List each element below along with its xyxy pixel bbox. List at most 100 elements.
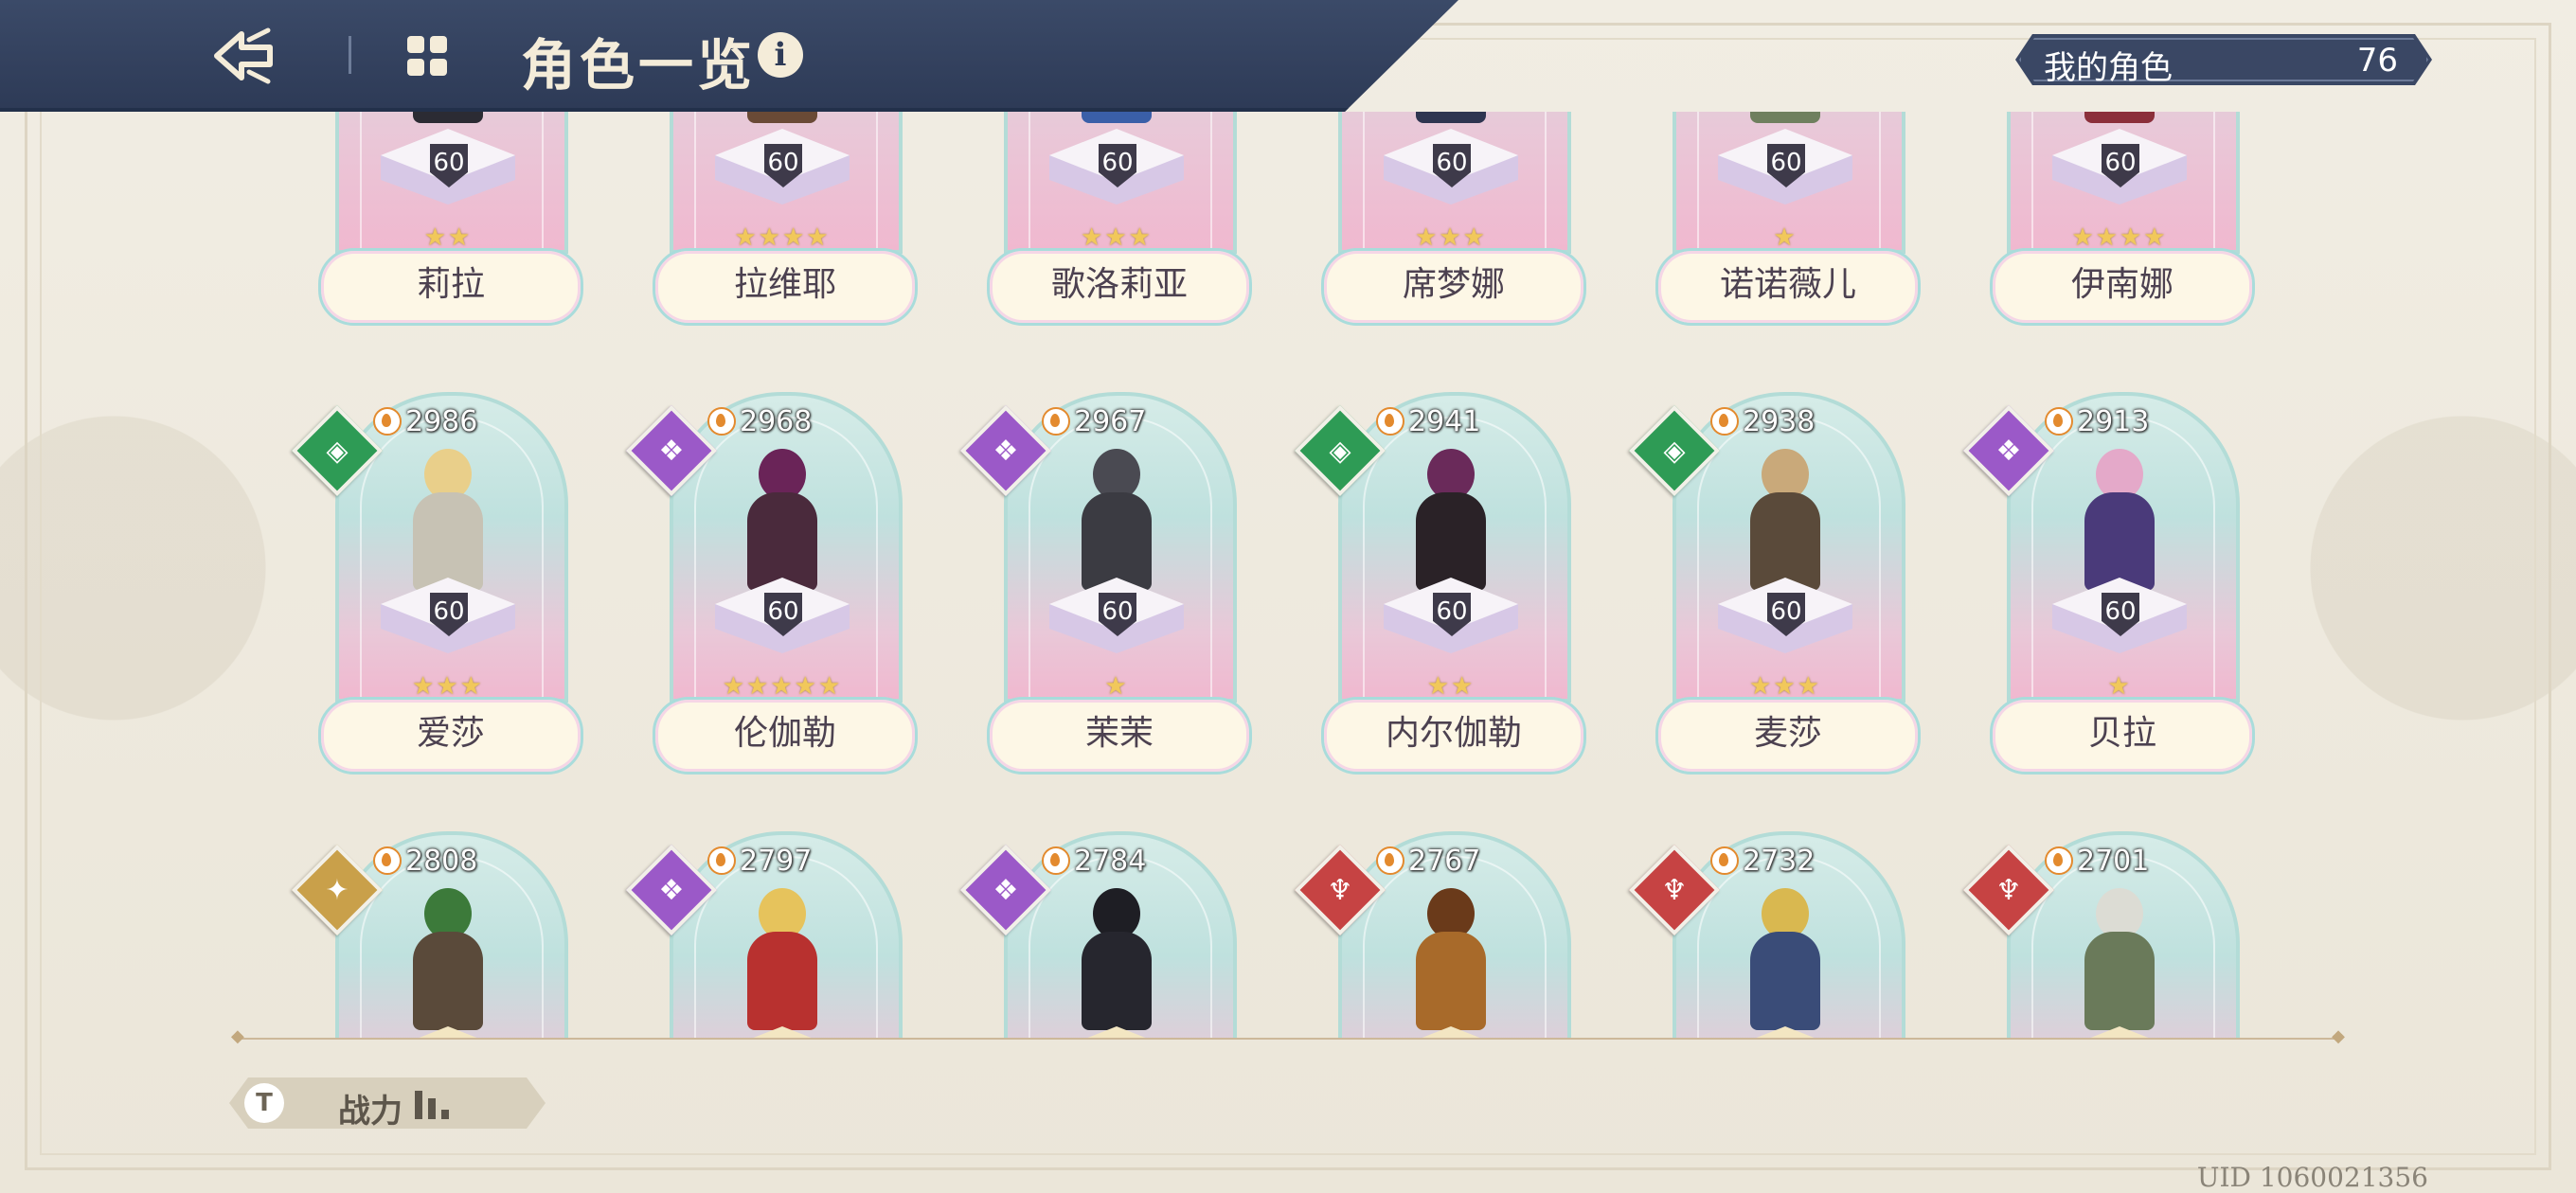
element-glyph: ◈ xyxy=(1663,434,1686,468)
element-glyph: ❖ xyxy=(658,434,685,468)
power-number: 2732 xyxy=(1743,845,1816,878)
pedestal-top xyxy=(2052,1026,2187,1038)
power-flame-icon xyxy=(373,407,402,436)
character-card[interactable]: 60 ★★ 莉拉 xyxy=(318,112,583,326)
character-card[interactable]: ❖ 2968 60 ★★★★★ 伦伽勒 xyxy=(625,392,918,775)
character-card[interactable]: ✦ 2808 xyxy=(291,831,572,1038)
power-value: 2968 xyxy=(707,405,812,438)
character-name: 内尔伽勒 xyxy=(1321,697,1586,775)
back-button[interactable] xyxy=(213,27,285,85)
sprite-body xyxy=(1416,492,1486,591)
power-number: 2797 xyxy=(740,845,813,878)
character-name: 莉拉 xyxy=(318,248,583,326)
scroll-bottom-divider xyxy=(231,1026,2345,1046)
power-flame-icon xyxy=(1710,407,1739,436)
character-name: 茉茉 xyxy=(987,697,1252,775)
sprite-body xyxy=(2084,492,2155,591)
element-glyph: ◈ xyxy=(1329,434,1351,468)
owned-characters-counter: 我的角色 76 xyxy=(2015,34,2432,85)
character-name: 诺诺薇儿 xyxy=(1655,248,1921,326)
pedestal xyxy=(1384,1026,1518,1038)
character-name: 席梦娜 xyxy=(1321,248,1586,326)
character-card[interactable]: ◈ 2941 60 ★★ 内尔伽勒 xyxy=(1294,392,1586,775)
filter-icon: T xyxy=(244,1083,284,1123)
pedestal: 60 xyxy=(2052,129,2187,214)
power-flame-icon xyxy=(2045,407,2073,436)
element-glyph: ♆ xyxy=(1995,873,2022,907)
character-name: 贝拉 xyxy=(1990,697,2255,775)
sprite-body xyxy=(2084,932,2155,1030)
element-glyph: ❖ xyxy=(658,873,685,907)
power-number: 2767 xyxy=(1408,845,1481,878)
sprite-body xyxy=(1750,492,1820,591)
character-grid[interactable]: 60 ★★ 莉拉 60 ★★★★ 拉维耶 60 ★★★ 歌洛莉亚 60 ★★★ … xyxy=(218,112,2358,1038)
power-flame-icon xyxy=(1376,846,1404,875)
power-value: 2938 xyxy=(1710,405,1816,438)
character-card[interactable]: ❖ 2913 60 ★ 贝拉 xyxy=(1962,392,2255,775)
character-name: 拉维耶 xyxy=(653,248,918,326)
power-value: 2913 xyxy=(2045,405,2149,438)
character-card[interactable]: 60 ★★★★ 拉维耶 xyxy=(653,112,918,326)
back-arrow-icon xyxy=(214,27,273,84)
home-grid-button[interactable] xyxy=(405,34,449,78)
pedestal-top xyxy=(1049,1026,1184,1038)
power-value: 2808 xyxy=(373,845,478,878)
pedestal: 60 xyxy=(1718,129,1852,214)
pedestal-top xyxy=(381,1026,515,1038)
power-number: 2808 xyxy=(405,845,478,878)
character-card[interactable]: 60 ★ 诺诺薇儿 xyxy=(1655,112,1921,326)
sprite-body xyxy=(1750,932,1820,1030)
character-sprite xyxy=(1406,449,1495,591)
character-name: 麦莎 xyxy=(1655,697,1921,775)
character-card[interactable]: 60 ★★★ 席梦娜 xyxy=(1321,112,1586,326)
character-sprite xyxy=(2075,888,2164,1030)
sprite-body xyxy=(747,932,817,1030)
info-icon[interactable]: i xyxy=(758,32,803,78)
power-value: 2941 xyxy=(1376,405,1481,438)
character-card[interactable]: ♆ 2701 xyxy=(1962,831,2244,1038)
sort-button[interactable]: T 战力 xyxy=(229,1077,546,1129)
power-flame-icon xyxy=(707,407,736,436)
character-card[interactable]: ❖ 2784 xyxy=(959,831,1241,1038)
sprite-body xyxy=(1082,112,1152,123)
character-name: 伦伽勒 xyxy=(653,697,918,775)
sprite-body xyxy=(413,112,483,123)
power-flame-icon xyxy=(1376,407,1404,436)
sprite-body xyxy=(2084,112,2155,123)
character-card[interactable]: ♆ 2767 xyxy=(1294,831,1575,1038)
character-card[interactable]: 60 ★★★ 歌洛莉亚 xyxy=(987,112,1252,326)
character-sprite xyxy=(2075,112,2164,123)
pedestal: 60 xyxy=(715,578,850,663)
power-number: 2941 xyxy=(1408,405,1481,438)
element-glyph: ♆ xyxy=(1661,873,1688,907)
power-number: 2938 xyxy=(1743,405,1816,438)
header-divider xyxy=(349,36,351,74)
power-flame-icon xyxy=(1710,846,1739,875)
pedestal xyxy=(381,1026,515,1038)
sprite-body xyxy=(1416,932,1486,1030)
power-value: 2986 xyxy=(373,405,477,438)
character-card[interactable]: ♆ 2732 xyxy=(1628,831,1909,1038)
pedestal: 60 xyxy=(1384,578,1518,663)
pedestal-top xyxy=(1718,1026,1852,1038)
character-card[interactable]: 60 ★★★★ 伊南娜 xyxy=(1990,112,2255,326)
character-sprite xyxy=(1741,888,1830,1030)
character-card[interactable]: ❖ 2967 60 ★ 茉茉 xyxy=(959,392,1252,775)
power-value: 2967 xyxy=(1042,405,1146,438)
character-card[interactable]: ◈ 2986 60 ★★★ 爱莎 xyxy=(291,392,583,775)
character-sprite xyxy=(1072,888,1161,1030)
element-glyph: ❖ xyxy=(993,873,1019,907)
character-sprite xyxy=(738,112,827,123)
pedestal: 60 xyxy=(381,578,515,663)
character-sprite xyxy=(738,449,827,591)
sort-descending-icon xyxy=(415,1091,453,1119)
element-glyph: ✦ xyxy=(325,873,349,907)
character-card[interactable]: ◈ 2938 60 ★★★ 麦莎 xyxy=(1628,392,1921,775)
power-flame-icon xyxy=(707,846,736,875)
sprite-body xyxy=(1082,932,1152,1030)
character-card[interactable]: ❖ 2797 xyxy=(625,831,906,1038)
sprite-body xyxy=(747,492,817,591)
character-sprite xyxy=(403,112,492,123)
pedestal: 60 xyxy=(715,129,850,214)
element-glyph: ♆ xyxy=(1327,873,1353,907)
